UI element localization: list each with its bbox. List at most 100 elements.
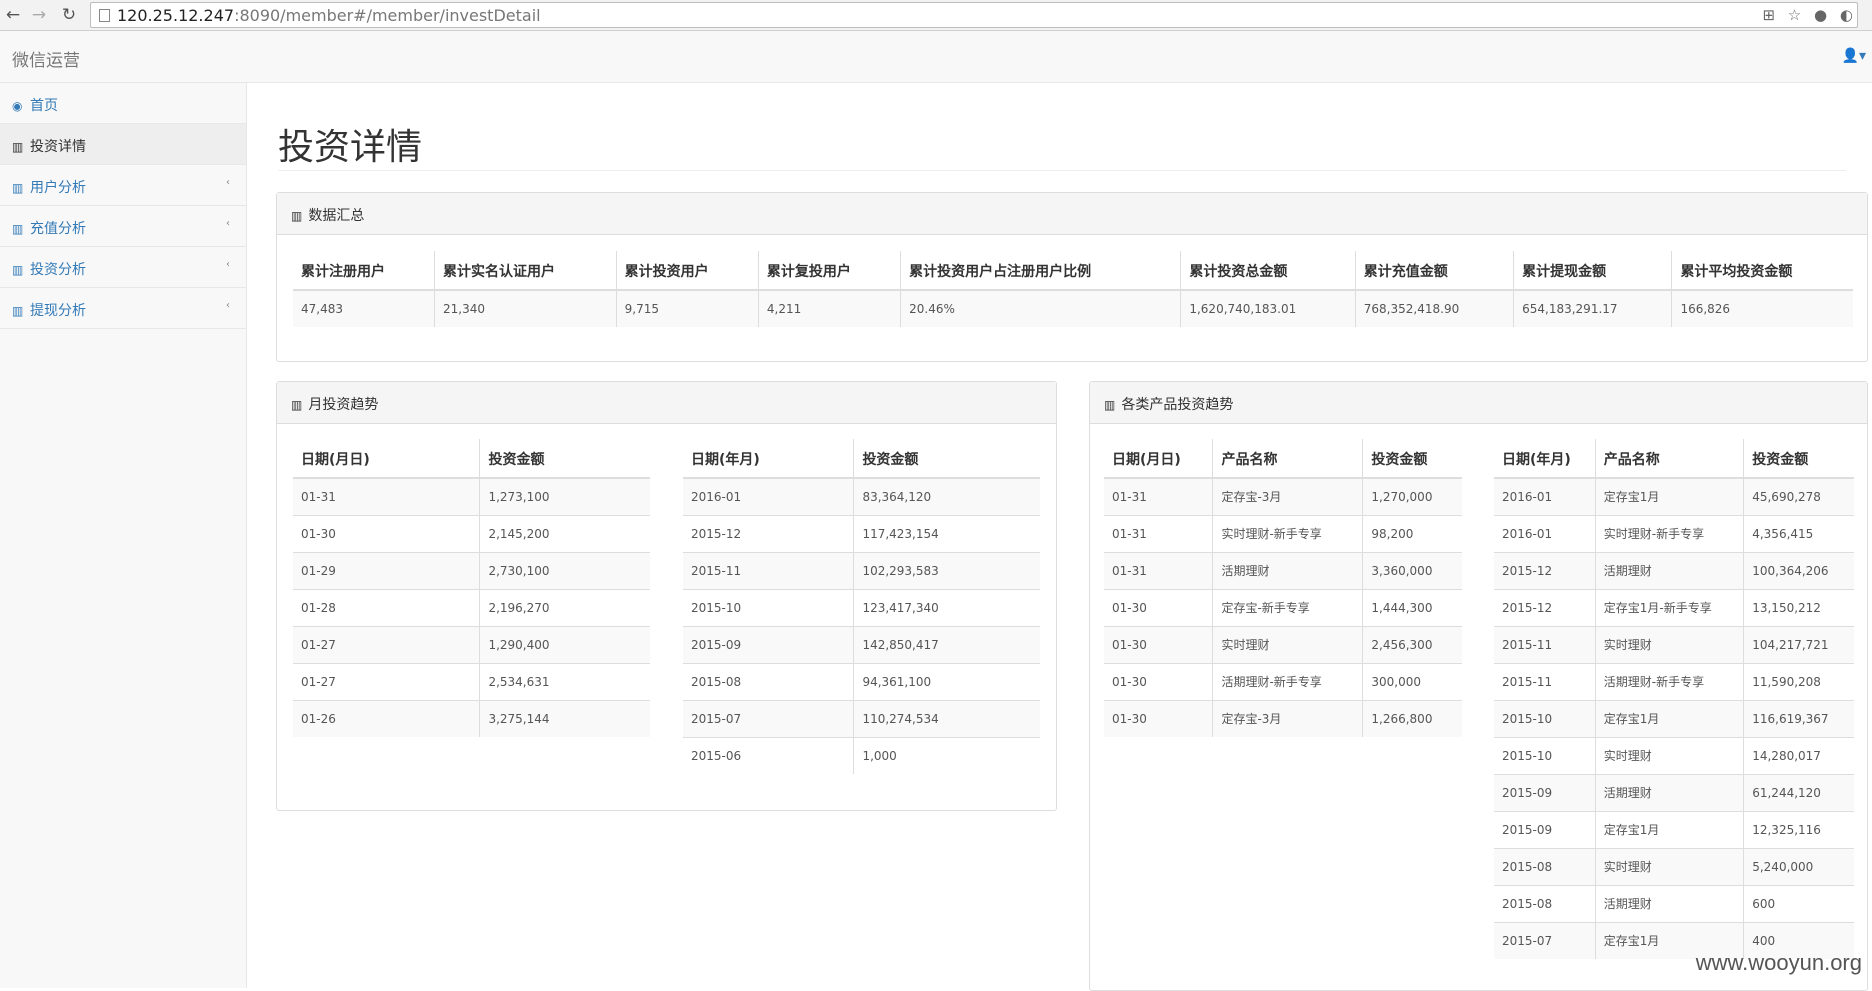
- table-cell: 2015-11: [683, 552, 854, 589]
- column-header: 产品名称: [1213, 439, 1363, 478]
- sidebar-item-withdraw-analysis[interactable]: ▥提现分析 ‹: [0, 288, 246, 329]
- product-daily-table: 日期(月日)产品名称投资金额01-31定存宝-3月1,270,00001-31实…: [1104, 439, 1462, 737]
- sidebar-item-recharge-analysis[interactable]: ▥ 充值分析 ‹: [0, 206, 246, 247]
- user-icon: 👤: [1842, 48, 1859, 64]
- column-header: 日期(月日): [293, 439, 480, 478]
- table-row: 2015-08活期理财600: [1494, 885, 1854, 922]
- table-cell: 定存宝-3月: [1213, 700, 1363, 737]
- monthly-invest-table: 日期(年月)投资金额2016-0183,364,1202015-12117,42…: [683, 439, 1040, 774]
- table-header-row: 累计注册用户累计实名认证用户累计投资用户累计复投用户累计投资用户占注册用户比例累…: [293, 251, 1853, 290]
- menu-icon[interactable]: ◐: [1840, 6, 1853, 24]
- table-cell: 01-29: [293, 552, 480, 589]
- panel-title: 月投资趋势: [308, 397, 378, 413]
- table-cell: 98,200: [1363, 515, 1462, 552]
- column-header: 投资金额: [1363, 439, 1462, 478]
- table-row: 2015-09142,850,417: [683, 626, 1040, 663]
- user-menu[interactable]: 👤▾: [1842, 48, 1866, 64]
- table-cell: 166,826: [1672, 290, 1853, 327]
- table-cell: 活期理财-新手专享: [1595, 663, 1743, 700]
- table-row: 2015-061,000: [683, 737, 1040, 774]
- table-cell: 9,715: [616, 290, 758, 327]
- app-navbar: 微信运营 👤▾: [0, 31, 1872, 83]
- table-row: 2015-11活期理财-新手专享11,590,208: [1494, 663, 1854, 700]
- table-cell: 01-27: [293, 663, 480, 700]
- table-cell: 活期理财: [1595, 774, 1743, 811]
- monthly-trend-panel: ▥月投资趋势 日期(月日)投资金额01-311,273,10001-302,14…: [276, 381, 1057, 811]
- bookmark-star-icon[interactable]: ☆: [1788, 6, 1801, 24]
- table-cell: 13,150,212: [1744, 589, 1854, 626]
- caret-down-icon: ▾: [1859, 48, 1866, 64]
- panel-title: 数据汇总: [308, 208, 364, 224]
- brand[interactable]: 微信运营: [12, 46, 80, 71]
- table-cell: 4,356,415: [1744, 515, 1854, 552]
- chevron-left-icon: ‹: [226, 259, 230, 270]
- table-cell: 实时理财-新手专享: [1213, 515, 1363, 552]
- table-cell: 1,270,000: [1363, 478, 1462, 515]
- address-bar[interactable]: 120.25.12.247:8090/member#/member/invest…: [90, 2, 1858, 28]
- table-cell: 2015-10: [1494, 700, 1595, 737]
- table-cell: 20.46%: [901, 290, 1181, 327]
- table-cell: 1,000: [854, 737, 1040, 774]
- bar-chart-icon: ▥: [1104, 398, 1115, 412]
- table-cell: 600: [1744, 885, 1854, 922]
- table-cell: 活期理财: [1595, 552, 1743, 589]
- bar-chart-icon: ▥: [12, 140, 26, 154]
- bar-chart-icon: ▥: [12, 222, 26, 236]
- table-cell: 实时理财-新手专享: [1595, 515, 1743, 552]
- table-cell: 2015-10: [683, 589, 854, 626]
- title-divider: [278, 170, 1846, 171]
- table-row: 2015-11实时理财104,217,721: [1494, 626, 1854, 663]
- table-row: 2016-01定存宝1月45,690,278: [1494, 478, 1854, 515]
- table-cell: 123,417,340: [854, 589, 1040, 626]
- column-header: 累计投资用户: [616, 251, 758, 290]
- table-cell: 654,183,291.17: [1514, 290, 1672, 327]
- table-cell: 3,360,000: [1363, 552, 1462, 589]
- table-cell: 01-30: [1104, 626, 1213, 663]
- chevron-left-icon: ‹: [226, 177, 230, 188]
- table-cell: 2,196,270: [480, 589, 650, 626]
- table-cell: 100,364,206: [1744, 552, 1854, 589]
- table-cell: 01-30: [293, 515, 480, 552]
- back-arrow-icon[interactable]: ←: [2, 4, 24, 26]
- table-cell: 定存宝1月: [1595, 478, 1743, 515]
- table-cell: 47,483: [293, 290, 435, 327]
- sidebar-item-invest-analysis[interactable]: ▥投资分析 ‹: [0, 247, 246, 288]
- translate-icon[interactable]: ⊞: [1762, 6, 1775, 24]
- table-cell: 12,325,116: [1744, 811, 1854, 848]
- sidebar-item-user-analysis[interactable]: ▥用户分析 ‹: [0, 165, 246, 206]
- table-row: 2015-10实时理财14,280,017: [1494, 737, 1854, 774]
- table-row: 01-31定存宝-3月1,270,000: [1104, 478, 1462, 515]
- table-cell: 2015-11: [1494, 663, 1595, 700]
- table-row: 01-311,273,100: [293, 478, 650, 515]
- table-row: 2015-09活期理财61,244,120: [1494, 774, 1854, 811]
- table-cell: 01-26: [293, 700, 480, 737]
- sidebar-item-label: 充值分析: [30, 221, 86, 237]
- summary-table: 累计注册用户累计实名认证用户累计投资用户累计复投用户累计投资用户占注册用户比例累…: [293, 251, 1853, 327]
- table-cell: 实时理财: [1595, 737, 1743, 774]
- browser-toolbar: ← → ↻ 120.25.12.247:8090/member#/member/…: [0, 0, 1872, 31]
- watermark: www.wooyun.org: [1696, 950, 1862, 976]
- table-row: 2016-01实时理财-新手专享4,356,415: [1494, 515, 1854, 552]
- reload-icon[interactable]: ↻: [58, 4, 80, 26]
- panel-title: 各类产品投资趋势: [1121, 397, 1233, 413]
- table-cell: 2015-08: [683, 663, 854, 700]
- sidebar-item-invest-detail[interactable]: ▥投资详情: [0, 124, 246, 165]
- table-row: 01-292,730,100: [293, 552, 650, 589]
- column-header: 产品名称: [1595, 439, 1743, 478]
- table-cell: 2015-07: [683, 700, 854, 737]
- extension-icon[interactable]: ●: [1814, 6, 1827, 24]
- table-row: 01-271,290,400: [293, 626, 650, 663]
- table-cell: 实时理财: [1595, 626, 1743, 663]
- table-cell: 2,730,100: [480, 552, 650, 589]
- table-cell: 01-28: [293, 589, 480, 626]
- url-text[interactable]: 120.25.12.247:8090/member#/member/invest…: [117, 6, 541, 25]
- table-row: 01-30实时理财2,456,300: [1104, 626, 1462, 663]
- table-cell: 2015-12: [1494, 589, 1595, 626]
- chevron-left-icon: ‹: [226, 218, 230, 229]
- table-row: 2015-07110,274,534: [683, 700, 1040, 737]
- sidebar-item-home[interactable]: ◉首页: [0, 83, 246, 124]
- dashboard-icon: ◉: [12, 99, 26, 113]
- forward-arrow-icon[interactable]: →: [28, 4, 50, 26]
- table-row: 2015-11102,293,583: [683, 552, 1040, 589]
- table-cell: 定存宝-新手专享: [1213, 589, 1363, 626]
